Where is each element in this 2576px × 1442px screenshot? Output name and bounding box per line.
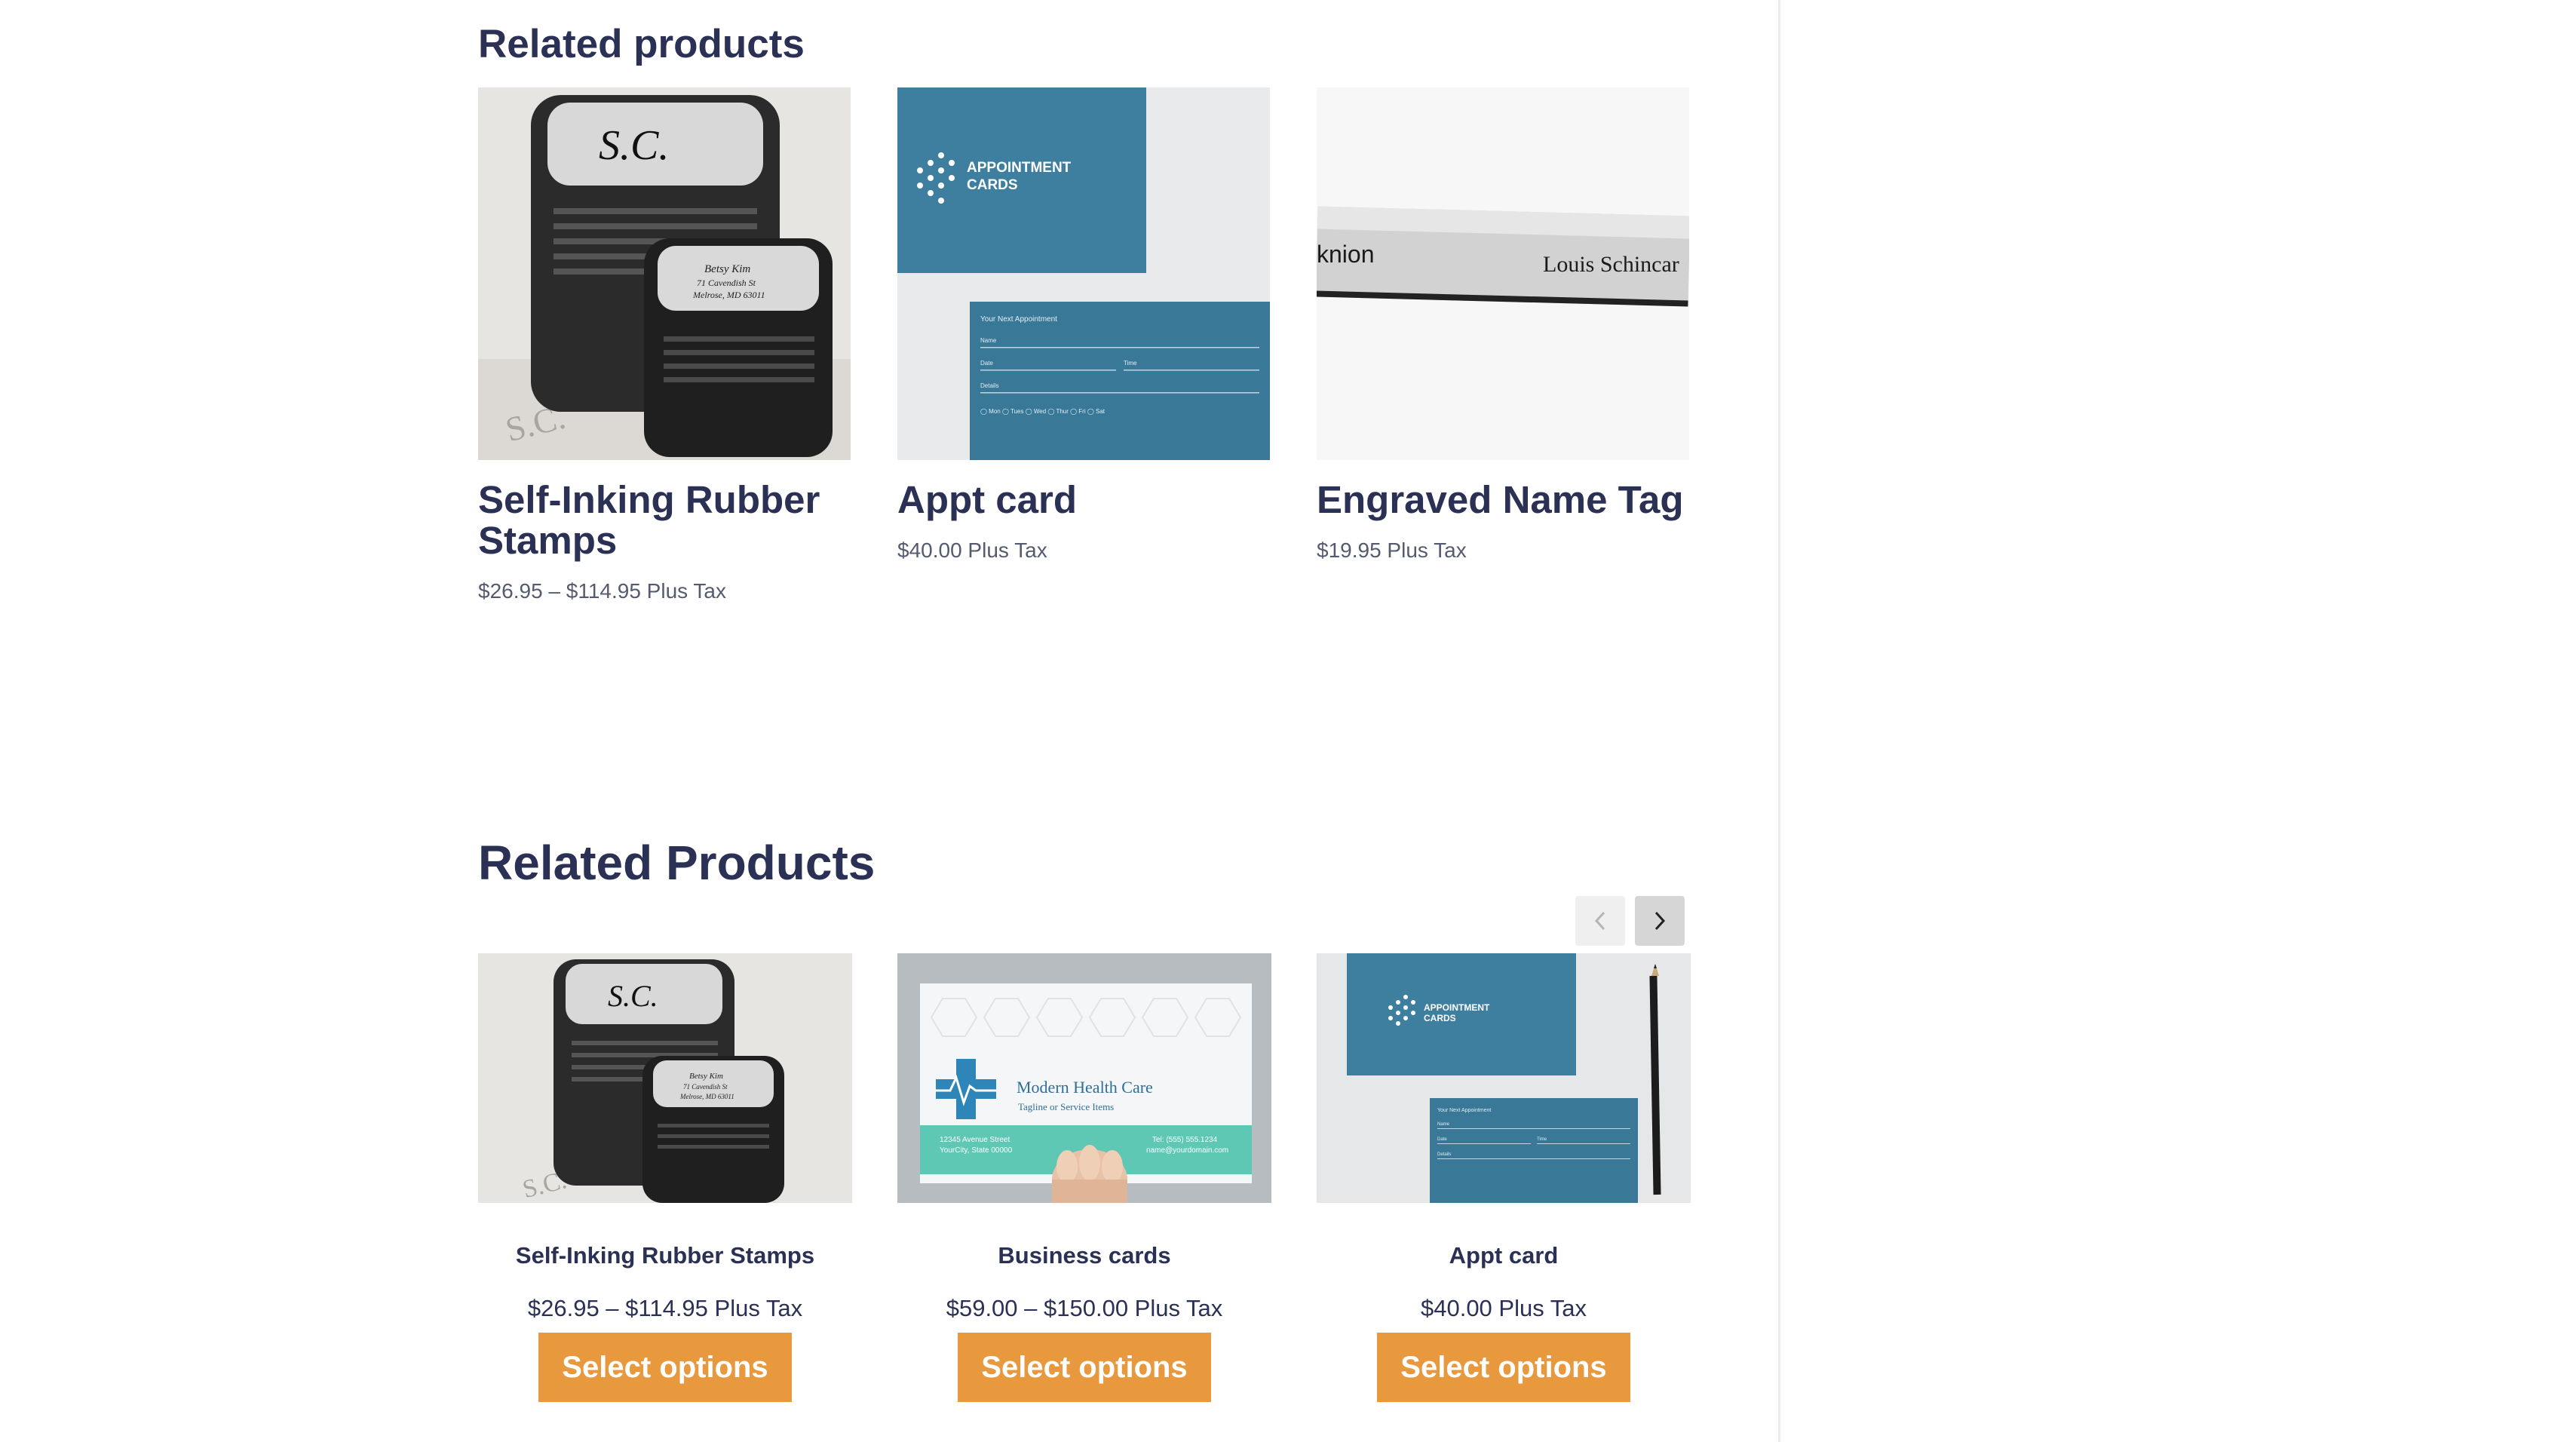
stamp-small-name: Betsy Kim [689,1072,723,1081]
product-card-stamps[interactable]: S.C. S.C. Betsy Kim 71 Cavendish St Melr… [478,87,851,603]
stamps-product-image[interactable]: S.C. S.C. Betsy Kim 71 Cavendish St Melr… [478,87,851,460]
product-card-appt[interactable]: APPOINTMENT CARDS Your Next Appointment … [897,87,1270,563]
product-title[interactable]: Self-Inking Rubber Stamps [478,1241,852,1271]
form-field-details: Details [1437,1152,1451,1157]
form-days: ◯ Mon ◯ Tues ◯ Wed ◯ Thur ◯ Fri ◯ Sat [980,408,1106,415]
product-title[interactable]: Appt card [1317,1241,1691,1271]
select-options-button[interactable]: Select options [1377,1333,1630,1402]
product-price: $26.95 – $114.95 Plus Tax [478,579,726,603]
appt-card-product-image[interactable]: APPOINTMENT CARDS Your Next Appointment … [1317,953,1691,1203]
chevron-left-icon [1594,911,1605,931]
product-title[interactable]: Business cards [897,1241,1271,1271]
stamp-small-name: Betsy Kim [704,263,750,275]
stamp-small-line1: 71 Cavendish St [683,1083,728,1091]
carousel-prev-button[interactable] [1575,896,1625,946]
product-price: $40.00 Plus Tax [897,538,1047,562]
business-card-company: Modern Health Care [1017,1078,1153,1097]
select-options-button[interactable]: Select options [538,1333,792,1402]
form-field-details: Details [980,382,998,389]
product-price: $26.95 – $114.95 Plus Tax [527,1295,803,1321]
business-card-tagline: Tagline or Service Items [1018,1101,1114,1112]
hand-holding-card-image [1052,1145,1127,1203]
form-title: Your Next Appointment [1437,1108,1491,1113]
product-card-name-tag[interactable]: knion Louis Schincar Engraved Name Tag $… [1317,87,1689,563]
product-price: $19.95 Plus Tax [1317,538,1467,562]
brand-line2: CARDS [967,177,1018,193]
form-field-time: Time [1124,360,1137,367]
right-divider [1778,0,1780,1442]
business-card-address2: YourCity, State 00000 [940,1146,1013,1155]
product-price: $59.00 – $150.00 Plus Tax [946,1295,1223,1321]
tag-right-text: Louis Schincar [1543,252,1679,277]
business-card-email: name@yourdomain.com [1146,1146,1228,1155]
carousel-next-button[interactable] [1635,896,1685,946]
related-products-heading: Related products [478,22,805,66]
brand-line1: APPOINTMENT [1424,1002,1490,1013]
name-tag-product-image[interactable]: knion Louis Schincar [1317,87,1689,460]
carousel-card-stamps[interactable]: S.C. S.C. Betsy Kim 71 Cavendish St Melr… [478,953,852,1402]
business-card-tel: Tel: (555) 555.1234 [1152,1136,1218,1144]
stamp-label-big: S.C. [608,979,658,1013]
select-options-button[interactable]: Select options [958,1333,1211,1402]
stamps-product-image[interactable]: S.C. S.C. Betsy Kim 71 Cavendish St Melr… [478,953,852,1203]
business-card-address1: 12345 Avenue Street [940,1136,1010,1144]
business-cards-product-image[interactable]: Modern Health Care Tagline or Service It… [897,953,1271,1203]
product-title[interactable]: Self-Inking Rubber Stamps [478,480,851,561]
stamp-label-big: S.C. [599,122,669,169]
stamp-small-line1: 71 Cavendish St [697,278,756,288]
form-field-date: Date [1437,1137,1447,1142]
carousel-card-business-cards[interactable]: Modern Health Care Tagline or Service It… [897,953,1271,1402]
brand-line2: CARDS [1424,1013,1456,1023]
carousel-card-appt[interactable]: APPOINTMENT CARDS Your Next Appointment … [1317,953,1691,1402]
product-title[interactable]: Engraved Name Tag [1317,480,1689,520]
form-field-name: Name [1437,1122,1450,1127]
stamp-small-line2: Melrose, MD 63011 [679,1093,734,1100]
form-field-time: Time [1537,1137,1547,1142]
stamp-small-line2: Melrose, MD 63011 [692,290,765,300]
chevron-right-icon [1654,911,1666,931]
related-products-carousel-heading: Related Products [478,836,876,890]
appt-card-product-image[interactable]: APPOINTMENT CARDS Your Next Appointment … [897,87,1270,460]
tag-left-text: knion [1317,241,1375,268]
form-field-name: Name [980,337,997,344]
form-title: Your Next Appointment [980,315,1057,324]
brand-line1: APPOINTMENT [967,160,1072,176]
product-title[interactable]: Appt card [897,480,1270,520]
product-price: $40.00 Plus Tax [1420,1295,1587,1321]
form-field-date: Date [980,360,993,367]
